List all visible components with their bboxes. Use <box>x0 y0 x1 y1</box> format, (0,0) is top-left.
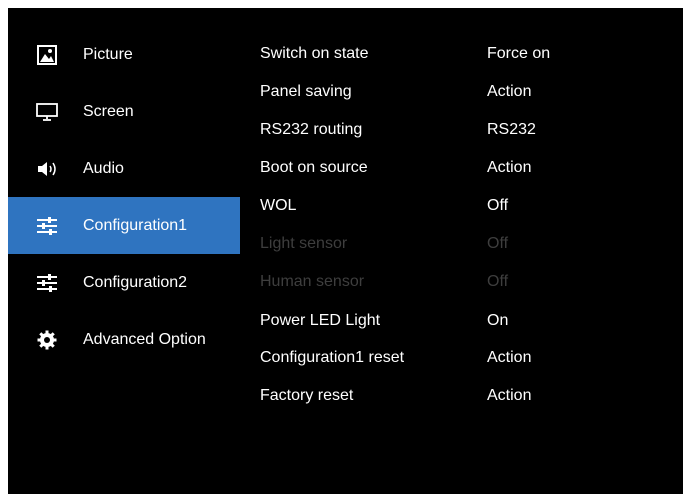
sidebar-item-screen[interactable]: Screen <box>8 83 240 140</box>
setting-value: Off <box>487 273 509 290</box>
setting-name: Boot on source <box>260 159 368 176</box>
setting-switch-on-state[interactable]: Switch on state Force on <box>260 35 680 73</box>
sidebar-item-picture[interactable]: Picture <box>8 26 240 83</box>
setting-power-led-light[interactable]: Power LED Light On <box>260 302 680 340</box>
setting-name: Light sensor <box>260 235 348 252</box>
sidebar-item-configuration2[interactable]: Configuration2 <box>8 254 240 311</box>
setting-value: On <box>487 312 509 329</box>
setting-configuration1-reset[interactable]: Configuration1 reset Action <box>260 339 680 377</box>
sidebar-item-advanced-option[interactable]: Advanced Option <box>8 311 240 368</box>
setting-panel-saving[interactable]: Panel saving Action <box>260 73 680 111</box>
setting-value: Action <box>487 159 532 176</box>
speaker-icon <box>35 157 59 181</box>
setting-value: Action <box>487 387 532 404</box>
monitor-icon <box>35 100 59 124</box>
setting-name: Factory reset <box>260 387 354 404</box>
sliders-icon <box>35 271 59 295</box>
setting-name: Human sensor <box>260 273 365 290</box>
setting-name: Switch on state <box>260 45 369 62</box>
sidebar-item-audio[interactable]: Audio <box>8 140 240 197</box>
setting-wol[interactable]: WOL Off <box>260 187 680 225</box>
setting-name: Configuration1 reset <box>260 349 405 366</box>
sidebar-item-label: Configuration2 <box>83 273 188 291</box>
setting-value: Action <box>487 349 532 366</box>
osd-menu: Picture Screen Audio Configuration1 Conf… <box>8 8 683 494</box>
setting-human-sensor: Human sensor Off <box>260 263 680 301</box>
sliders-icon <box>35 214 59 238</box>
setting-light-sensor: Light sensor Off <box>260 225 680 263</box>
sidebar-item-label: Configuration1 <box>83 216 188 234</box>
setting-boot-on-source[interactable]: Boot on source Action <box>260 149 680 187</box>
setting-value: Action <box>487 83 532 100</box>
setting-name: Panel saving <box>260 83 352 100</box>
setting-value: Force on <box>487 45 551 62</box>
setting-name: WOL <box>260 197 297 214</box>
setting-value: Off <box>487 197 509 214</box>
setting-value: Off <box>487 235 509 252</box>
gear-icon <box>35 328 59 352</box>
setting-factory-reset[interactable]: Factory reset Action <box>260 377 680 415</box>
setting-rs232-routing[interactable]: RS232 routing RS232 <box>260 111 680 149</box>
setting-name: RS232 routing <box>260 121 363 138</box>
sidebar-item-label: Advanced Option <box>83 330 206 348</box>
sidebar-item-configuration1[interactable]: Configuration1 <box>8 197 240 254</box>
setting-name: Power LED Light <box>260 312 381 329</box>
sidebar-item-label: Audio <box>83 159 124 177</box>
sidebar-item-label: Picture <box>83 45 133 63</box>
picture-icon <box>35 43 59 67</box>
setting-value: RS232 <box>487 121 536 138</box>
sidebar-item-label: Screen <box>83 102 134 120</box>
